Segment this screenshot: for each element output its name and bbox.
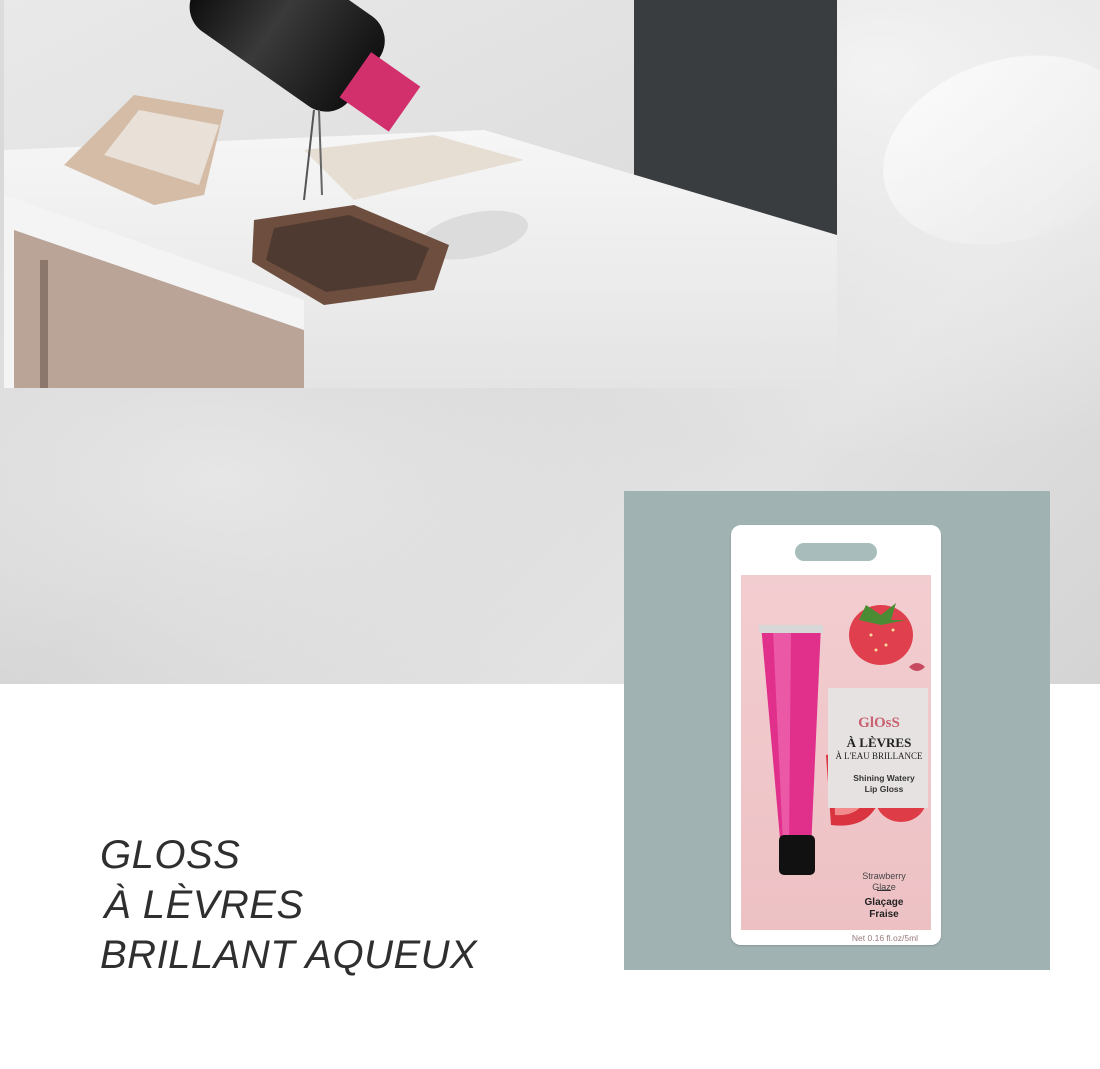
- shelf-scene-illustration: [4, 0, 837, 388]
- divider: [877, 890, 891, 891]
- flavor-french: Glaçage Fraise: [839, 897, 929, 921]
- description-line-1: Shining Watery: [853, 773, 915, 783]
- lip-gloss-tube: [759, 625, 823, 875]
- product-subtitle: À L'EAU BRILLANCE: [835, 751, 923, 761]
- brand-logo: GlOsS: [858, 715, 900, 731]
- tagline-line-3: BRILLANT AQUEUX: [100, 933, 478, 977]
- tagline: GLOSS À LÈVRES BRILLANT AQUEUX: [100, 830, 520, 980]
- description-line-2: Lip Gloss: [864, 784, 904, 794]
- flavor-en-line-2: Glaze: [872, 882, 896, 892]
- product-description: Shining Watery Lip Gloss: [839, 773, 929, 795]
- product-title: À LÈVRES: [846, 735, 912, 750]
- lips-icon: [909, 663, 925, 671]
- flavor-fr-line-2: Fraise: [869, 909, 899, 920]
- tagline-line-2: À LÈVRES: [104, 883, 304, 927]
- flavor-fr-line-1: Glaçage: [864, 897, 904, 908]
- strawberry-top-icon: [849, 603, 913, 665]
- blister-pack: GlOsS À LÈVRES À L'EAU BRILLANCE Shining…: [731, 525, 941, 945]
- lifestyle-photo: [4, 0, 837, 388]
- net-volume: Net 0.16 fl.oz/5ml: [851, 933, 919, 943]
- flavor-en-line-1: Strawberry: [862, 871, 906, 881]
- product-panel: GlOsS À LÈVRES À L'EAU BRILLANCE Shining…: [624, 491, 1050, 970]
- tagline-line-1: GLOSS: [100, 833, 241, 877]
